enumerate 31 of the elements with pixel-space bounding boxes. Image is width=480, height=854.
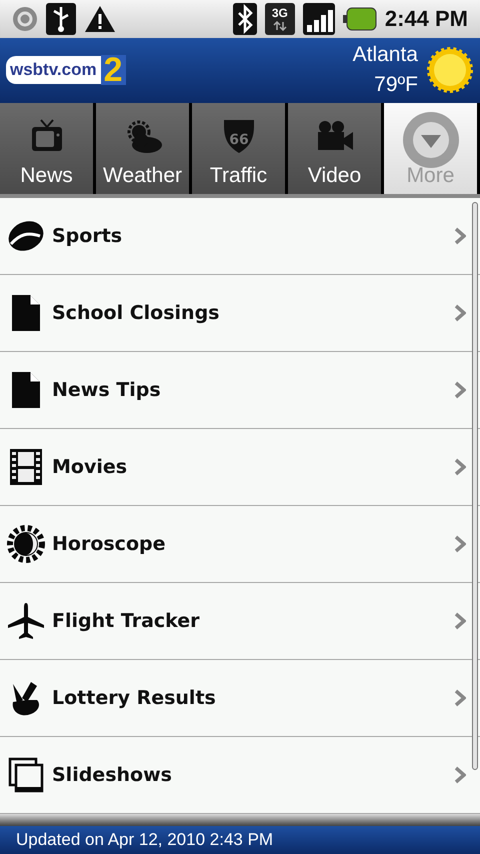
- city-name: Atlanta: [352, 42, 418, 68]
- temperature: 79ºF: [374, 72, 418, 98]
- network-3g-icon: 3G: [264, 2, 295, 35]
- tab[interactable]: Video: [288, 103, 381, 194]
- battery-icon: [342, 6, 377, 31]
- dropdown-circle-icon: [402, 111, 460, 170]
- tab[interactable]: News: [0, 103, 93, 194]
- airplane-icon: [6, 601, 46, 642]
- chevron-icon: [454, 458, 466, 476]
- chevron-icon: [454, 612, 466, 630]
- film-strip-icon: [9, 448, 43, 486]
- sun-moon-icon: [5, 523, 47, 566]
- sun-icon: [426, 46, 474, 94]
- updated-time: Updated on Apr 12, 2010 2:43 PM: [16, 829, 274, 852]
- tab[interactable]: Weather: [96, 103, 189, 194]
- chevron-icon: [454, 535, 466, 554]
- document-icon: [10, 294, 42, 332]
- chevron-icon: [454, 381, 466, 400]
- chevron-icon: [454, 766, 466, 784]
- logo: wsbtv.com 2: [6, 55, 126, 86]
- chevron-icon: [454, 304, 466, 322]
- warning-icon: [84, 4, 116, 34]
- usb-icon: [46, 2, 76, 35]
- bluetooth-icon: [232, 2, 257, 35]
- signal-icon: [302, 2, 335, 35]
- chevron-icon: [454, 689, 466, 708]
- document-icon: [10, 371, 42, 410]
- slides-icon: [7, 756, 45, 794]
- clock: 2:44 PM: [384, 5, 468, 34]
- chevron-icon: [454, 227, 466, 246]
- tab[interactable]: 66 Traffic: [192, 103, 285, 194]
